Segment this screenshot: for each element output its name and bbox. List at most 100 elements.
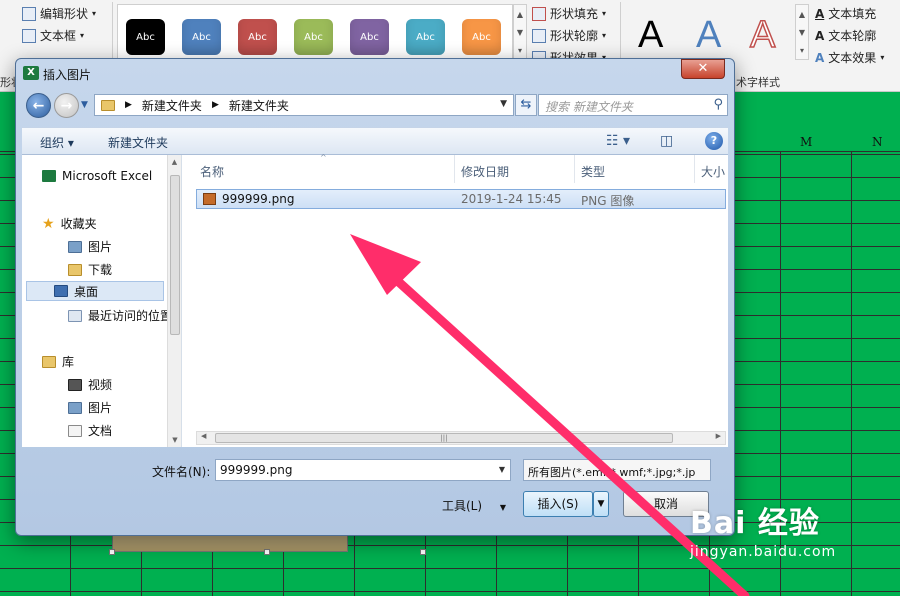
file-type-select[interactable]: 所有图片(*.emf;*.wmf;*.jpg;*.jp <box>523 459 711 481</box>
file-modified: 2019-1-24 15:45 <box>461 192 562 206</box>
nav-item-pictures[interactable]: 图片 <box>68 238 112 255</box>
text-fill-label: 文本填充 <box>828 7 877 21</box>
search-placeholder: 搜索 新建文件夹 <box>545 100 633 114</box>
gallery-scroll-arrows[interactable]: ▲ ▼ ▾ <box>513 4 527 60</box>
textbox-button[interactable]: 文本框 ▾ <box>22 27 84 44</box>
resize-handle[interactable] <box>264 549 270 555</box>
png-file-icon <box>203 193 216 205</box>
column-header-size[interactable]: 大小 <box>694 155 728 183</box>
nav-item-label: 文档 <box>88 424 113 438</box>
nav-item-videos[interactable]: 视频 <box>68 376 112 393</box>
text-fill-button[interactable]: A 文本填充 <box>815 5 876 22</box>
resize-handle[interactable] <box>420 549 426 555</box>
nav-item-label: 桌面 <box>74 284 99 299</box>
text-effects-icon: A <box>815 50 825 65</box>
file-name: 999999.png <box>222 192 295 206</box>
nav-item-recent-places[interactable]: 最近访问的位置 <box>68 307 172 324</box>
navigation-scrollbar[interactable]: ▲ ▼ <box>167 155 181 447</box>
wordart-black-swatch[interactable]: A <box>638 14 663 57</box>
wordart-outline-swatch[interactable]: A <box>749 13 776 57</box>
baidu-jingyan-watermark: Bai 经验 jingyan.baidu.com <box>690 498 836 560</box>
horizontal-scrollbar[interactable]: ◀ ||| ▶ <box>196 431 726 445</box>
forward-button[interactable]: → <box>54 93 79 118</box>
search-input[interactable]: 搜索 新建文件夹 ⚲ <box>538 94 728 116</box>
nav-item-label: 视频 <box>88 378 113 392</box>
nav-item-favorites[interactable]: ★ 收藏夹 <box>42 215 97 232</box>
scroll-down-icon[interactable]: ▼ <box>168 436 182 444</box>
text-fill-icon: A <box>815 6 825 21</box>
nav-item-documents[interactable]: 文档 <box>68 422 112 439</box>
text-effects-button[interactable]: A 文本效果 ▾ <box>815 49 884 66</box>
address-dropdown-icon[interactable]: ▼ <box>500 99 507 109</box>
style-swatch[interactable]: Abc <box>182 19 221 55</box>
file-list-pane: ^ 名称 修改日期 类型 大小 999999.png 2019-1-24 15:… <box>182 153 728 447</box>
star-icon: ★ <box>42 215 55 232</box>
style-swatch[interactable]: Abc <box>126 19 165 55</box>
back-button[interactable]: ← <box>26 93 51 118</box>
nav-item-library-pictures[interactable]: 图片 <box>68 399 112 416</box>
scroll-right-icon[interactable]: ▶ <box>716 432 721 440</box>
recent-places-icon <box>68 309 82 322</box>
nav-item-desktop[interactable]: 桌面 <box>26 281 164 301</box>
shape-fill-button[interactable]: 形状填充 ▾ <box>532 5 606 22</box>
breadcrumb-item[interactable]: 新建文件夹 <box>229 97 289 114</box>
shape-styles-gallery: Abc Abc Abc Abc Abc Abc Abc <box>117 4 513 60</box>
documents-icon <box>68 424 82 437</box>
downloads-icon <box>68 263 82 276</box>
wordart-styles-group-label: 术字样式 <box>736 76 780 89</box>
tools-menu[interactable]: 工具(L) ▼ <box>442 497 506 514</box>
refresh-button[interactable]: ⇆ <box>515 94 537 116</box>
nav-item-microsoft-excel[interactable]: Microsoft Excel <box>42 169 152 183</box>
refresh-icon: ⇆ <box>520 97 532 112</box>
nav-item-downloads[interactable]: 下载 <box>68 261 112 278</box>
style-swatch[interactable]: Abc <box>294 19 333 55</box>
scrollbar-thumb[interactable] <box>170 175 180 335</box>
scroll-left-icon[interactable]: ◀ <box>201 432 206 440</box>
edit-shape-button[interactable]: 编辑形状 ▾ <box>22 5 96 22</box>
style-swatch[interactable]: Abc <box>406 19 445 55</box>
insert-options-dropdown[interactable]: ▼ <box>593 491 609 517</box>
column-header-type[interactable]: 类型 <box>574 155 694 183</box>
wordart-scroll-arrows[interactable]: ▲ ▼ ▾ <box>795 4 809 60</box>
dialog-footer: 文件名(N): 999999.png ▼ 所有图片(*.emf;*.wmf;*.… <box>22 449 728 533</box>
style-swatch[interactable]: Abc <box>350 19 389 55</box>
column-header-m[interactable]: M <box>800 135 812 149</box>
shape-fill-label: 形状填充 <box>550 7 599 21</box>
view-options-icon[interactable]: ☷ ▾ <box>606 133 630 149</box>
close-button[interactable]: ✕ <box>681 59 725 79</box>
insert-button[interactable]: 插入(S) <box>523 491 593 517</box>
file-type: PNG 图像 <box>581 194 635 208</box>
column-header-modified[interactable]: 修改日期 <box>454 155 574 183</box>
style-swatch[interactable]: Abc <box>462 19 501 55</box>
insert-picture-dialog: X 插入图片 ✕ ← → ▼ ▶ 新建文件夹 ▶ 新建文件夹 ▼ ⇆ 搜索 新建… <box>15 58 735 536</box>
pen-icon <box>532 28 546 43</box>
text-outline-button[interactable]: A 文本轮廓 <box>815 27 876 44</box>
style-swatch[interactable]: Abc <box>238 19 277 55</box>
file-row[interactable]: 999999.png 2019-1-24 15:45 PNG 图像 <box>196 189 726 209</box>
address-bar[interactable]: ▶ 新建文件夹 ▶ 新建文件夹 ▼ <box>94 94 514 116</box>
new-folder-button[interactable]: 新建文件夹 <box>108 134 168 151</box>
tools-label: 工具(L) <box>442 499 483 513</box>
preview-pane-icon[interactable]: ◫ <box>660 133 673 149</box>
column-header-n[interactable]: N <box>872 135 883 149</box>
text-effects-label: 文本效果 <box>828 51 877 65</box>
shape-outline-button[interactable]: 形状轮廓 ▾ <box>532 27 606 44</box>
chevron-down-icon: ▼ <box>499 503 507 512</box>
resize-handle[interactable] <box>109 549 115 555</box>
nav-item-libraries[interactable]: 库 <box>42 353 74 370</box>
filename-input[interactable]: 999999.png ▼ <box>215 459 511 481</box>
filename-value: 999999.png <box>220 463 293 477</box>
organize-button[interactable]: 组织 ▾ <box>40 134 74 151</box>
scrollbar-thumb[interactable]: ||| <box>215 433 673 443</box>
nav-item-label: 最近访问的位置 <box>88 309 173 323</box>
folder-icon <box>101 99 115 111</box>
wordart-blue-swatch[interactable]: A <box>696 14 721 57</box>
scroll-up-icon[interactable]: ▲ <box>168 158 181 166</box>
paint-bucket-icon <box>532 6 546 21</box>
breadcrumb-item[interactable]: 新建文件夹 <box>142 97 202 114</box>
dialog-titlebar[interactable]: X 插入图片 ✕ <box>16 59 734 87</box>
help-icon[interactable]: ? <box>705 132 723 150</box>
filename-dropdown-icon[interactable]: ▼ <box>499 465 505 474</box>
column-header-name[interactable]: 名称 <box>200 155 450 183</box>
recent-pages-dropdown-icon[interactable]: ▼ <box>81 100 88 110</box>
